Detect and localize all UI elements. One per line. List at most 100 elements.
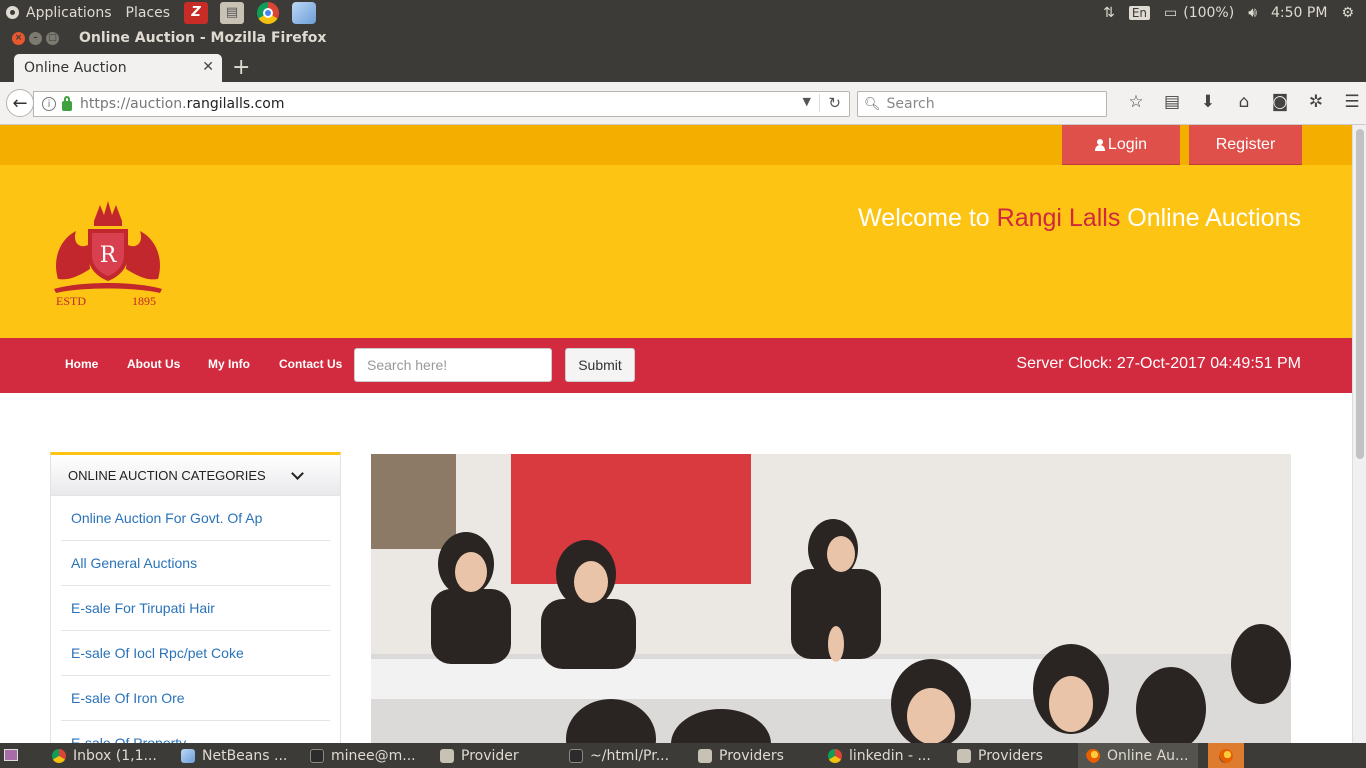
bookmark-star-icon[interactable]: ☆ [1118,92,1154,112]
taskbar-item-label: Providers [978,747,1043,764]
category-link[interactable]: All General Auctions [61,541,330,586]
nav-home[interactable]: Home [65,357,98,371]
register-button[interactable]: Register [1189,125,1302,165]
chevron-down-icon[interactable] [291,467,304,480]
svg-text:ESTD: ESTD [56,294,86,307]
register-label: Register [1215,135,1276,153]
url-history-dropdown-icon[interactable]: ▼ [803,95,811,108]
places-menu[interactable]: Places [126,5,171,21]
settings-gear-icon[interactable]: ⚙ [1341,5,1354,21]
applications-menu[interactable]: Applications [26,5,112,21]
welcome-heading: Welcome to Rangi Lalls Online Auctions [858,204,1301,232]
categories-title: ONLINE AUCTION CATEGORIES [68,467,266,483]
taskbar-item-active[interactable]: Online Au... [1078,743,1198,768]
taskbar-item-label: linkedin - ... [849,747,931,764]
virtualbox-launcher-icon[interactable] [292,1,317,24]
taskbar-item[interactable]: ~/html/Pr... [569,743,669,768]
site-info-icon[interactable]: i [42,97,56,111]
chrome-icon [828,748,842,763]
category-link[interactable]: E-sale Of Property [61,721,330,743]
extension-icon[interactable]: ✲ [1298,92,1334,112]
taskbar-item-label: ~/html/Pr... [590,747,670,764]
categories-panel: ONLINE AUCTION CATEGORIES Online Auction… [50,452,341,743]
web-page: Login Register R ESTD 1895 Welcome to Ra… [0,125,1352,743]
search-placeholder: Search [886,96,935,112]
scrollbar-thumb[interactable] [1356,129,1364,459]
window-maximize-icon[interactable]: □ [46,31,59,45]
rangi-lalls-crest-logo[interactable]: R ESTD 1895 [50,199,166,307]
keyboard-layout-indicator[interactable]: En [1128,5,1150,20]
svg-text:1895: 1895 [132,294,156,307]
nav-about-us[interactable]: About Us [127,357,180,371]
taskbar-item[interactable]: Provider [440,743,519,768]
categories-header[interactable]: ONLINE AUCTION CATEGORIES [51,455,340,496]
files-icon [957,748,971,763]
pocket-icon[interactable]: ◙ [1262,92,1298,112]
taskbar-item-label: Providers [719,747,784,764]
tab-label: Online Auction [24,60,127,76]
search-icon: 🔍︎ [864,96,881,112]
taskbar-item-label: Provider [461,747,519,764]
system-top-panel: Applications Places Z ▤ ⇅ En ▭ (100%) 🔊︎… [0,0,1366,25]
reload-icon[interactable]: ↻ [819,94,841,112]
file-manager-launcher-icon[interactable]: ▤ [220,1,245,24]
download-icon[interactable]: ⬇ [1190,92,1226,112]
browser-navbar: i https://auction.rangilalls.com ▼ ↻ ← 🔍… [0,82,1366,125]
category-link[interactable]: E-sale For Tirupati Hair [61,586,330,631]
taskbar-item[interactable]: NetBeans ... [181,743,287,768]
firefox-icon [1219,748,1233,763]
taskbar-item[interactable]: Providers [698,743,784,768]
filezilla-launcher-icon[interactable]: Z [184,1,209,24]
svg-text:R: R [100,243,118,268]
tab-strip: Online Auction ✕ + [0,51,1366,82]
secure-lock-icon[interactable] [62,95,72,111]
taskbar-item[interactable]: Providers [957,743,1043,768]
window-close-icon[interactable]: × [12,31,25,45]
chrome-launcher-icon[interactable] [256,1,280,24]
page-scrollbar[interactable] [1352,125,1366,743]
submit-button[interactable]: Submit [565,348,635,382]
reading-list-icon[interactable]: ▤ [1154,92,1190,112]
login-button[interactable]: Login [1062,125,1180,165]
category-link[interactable]: E-sale Of Iocl Rpc/pet Coke [61,631,330,676]
url-text[interactable]: https://auction.rangilalls.com [80,96,285,112]
files-icon [440,748,454,763]
tab-close-icon[interactable]: ✕ [202,59,214,75]
terminal-icon [569,748,583,763]
taskbar-item[interactable]: Inbox (1,1... [52,743,157,768]
tab-online-auction[interactable]: Online Auction ✕ [14,54,222,82]
network-icon[interactable]: ⇅ [1103,5,1115,21]
taskbar-item[interactable]: linkedin - ... [828,743,931,768]
firefox-tray-icon[interactable] [1208,743,1244,768]
site-header [0,165,1352,338]
bottom-taskbar: Inbox (1,1... NetBeans ... minee@m... Pr… [0,743,1366,768]
clock[interactable]: 4:50 PM [1271,5,1327,21]
battery-percentage: (100%) [1183,4,1235,21]
terminal-icon [310,748,324,763]
browser-search-bar[interactable]: 🔍︎ Search [857,91,1107,117]
nav-my-info[interactable]: My Info [208,357,250,371]
files-icon [698,748,712,763]
main-nav: Home About Us My Info Contact Us Search … [0,338,1352,393]
auction-room-photo [371,454,1291,743]
chrome-icon [52,748,66,763]
home-icon[interactable]: ⌂ [1226,92,1262,112]
show-desktop-icon[interactable] [4,749,18,761]
new-tab-plus-icon[interactable]: + [232,55,250,80]
volume-icon[interactable]: 🔊︎ [1248,5,1257,21]
site-search-input[interactable]: Search here! [354,348,552,382]
url-bar[interactable]: i https://auction.rangilalls.com ▼ ↻ [33,91,850,117]
category-link[interactable]: Online Auction For Govt. Of Ap [61,496,330,541]
taskbar-item-label: Online Au... [1107,747,1189,764]
taskbar-item-label: NetBeans ... [202,747,288,764]
category-link[interactable]: E-sale Of Iron Ore [61,676,330,721]
back-button[interactable]: ← [6,89,34,117]
hamburger-menu-icon[interactable]: ☰ [1334,92,1366,112]
window-titlebar: × – □ Online Auction - Mozilla Firefox [0,25,1366,51]
ubuntu-logo-icon [6,6,19,19]
battery-icon[interactable]: ▭ [1164,5,1177,21]
taskbar-item-label: minee@m... [331,747,416,764]
taskbar-item[interactable]: minee@m... [310,743,416,768]
nav-contact-us[interactable]: Contact Us [279,357,342,371]
window-minimize-icon[interactable]: – [29,31,42,45]
